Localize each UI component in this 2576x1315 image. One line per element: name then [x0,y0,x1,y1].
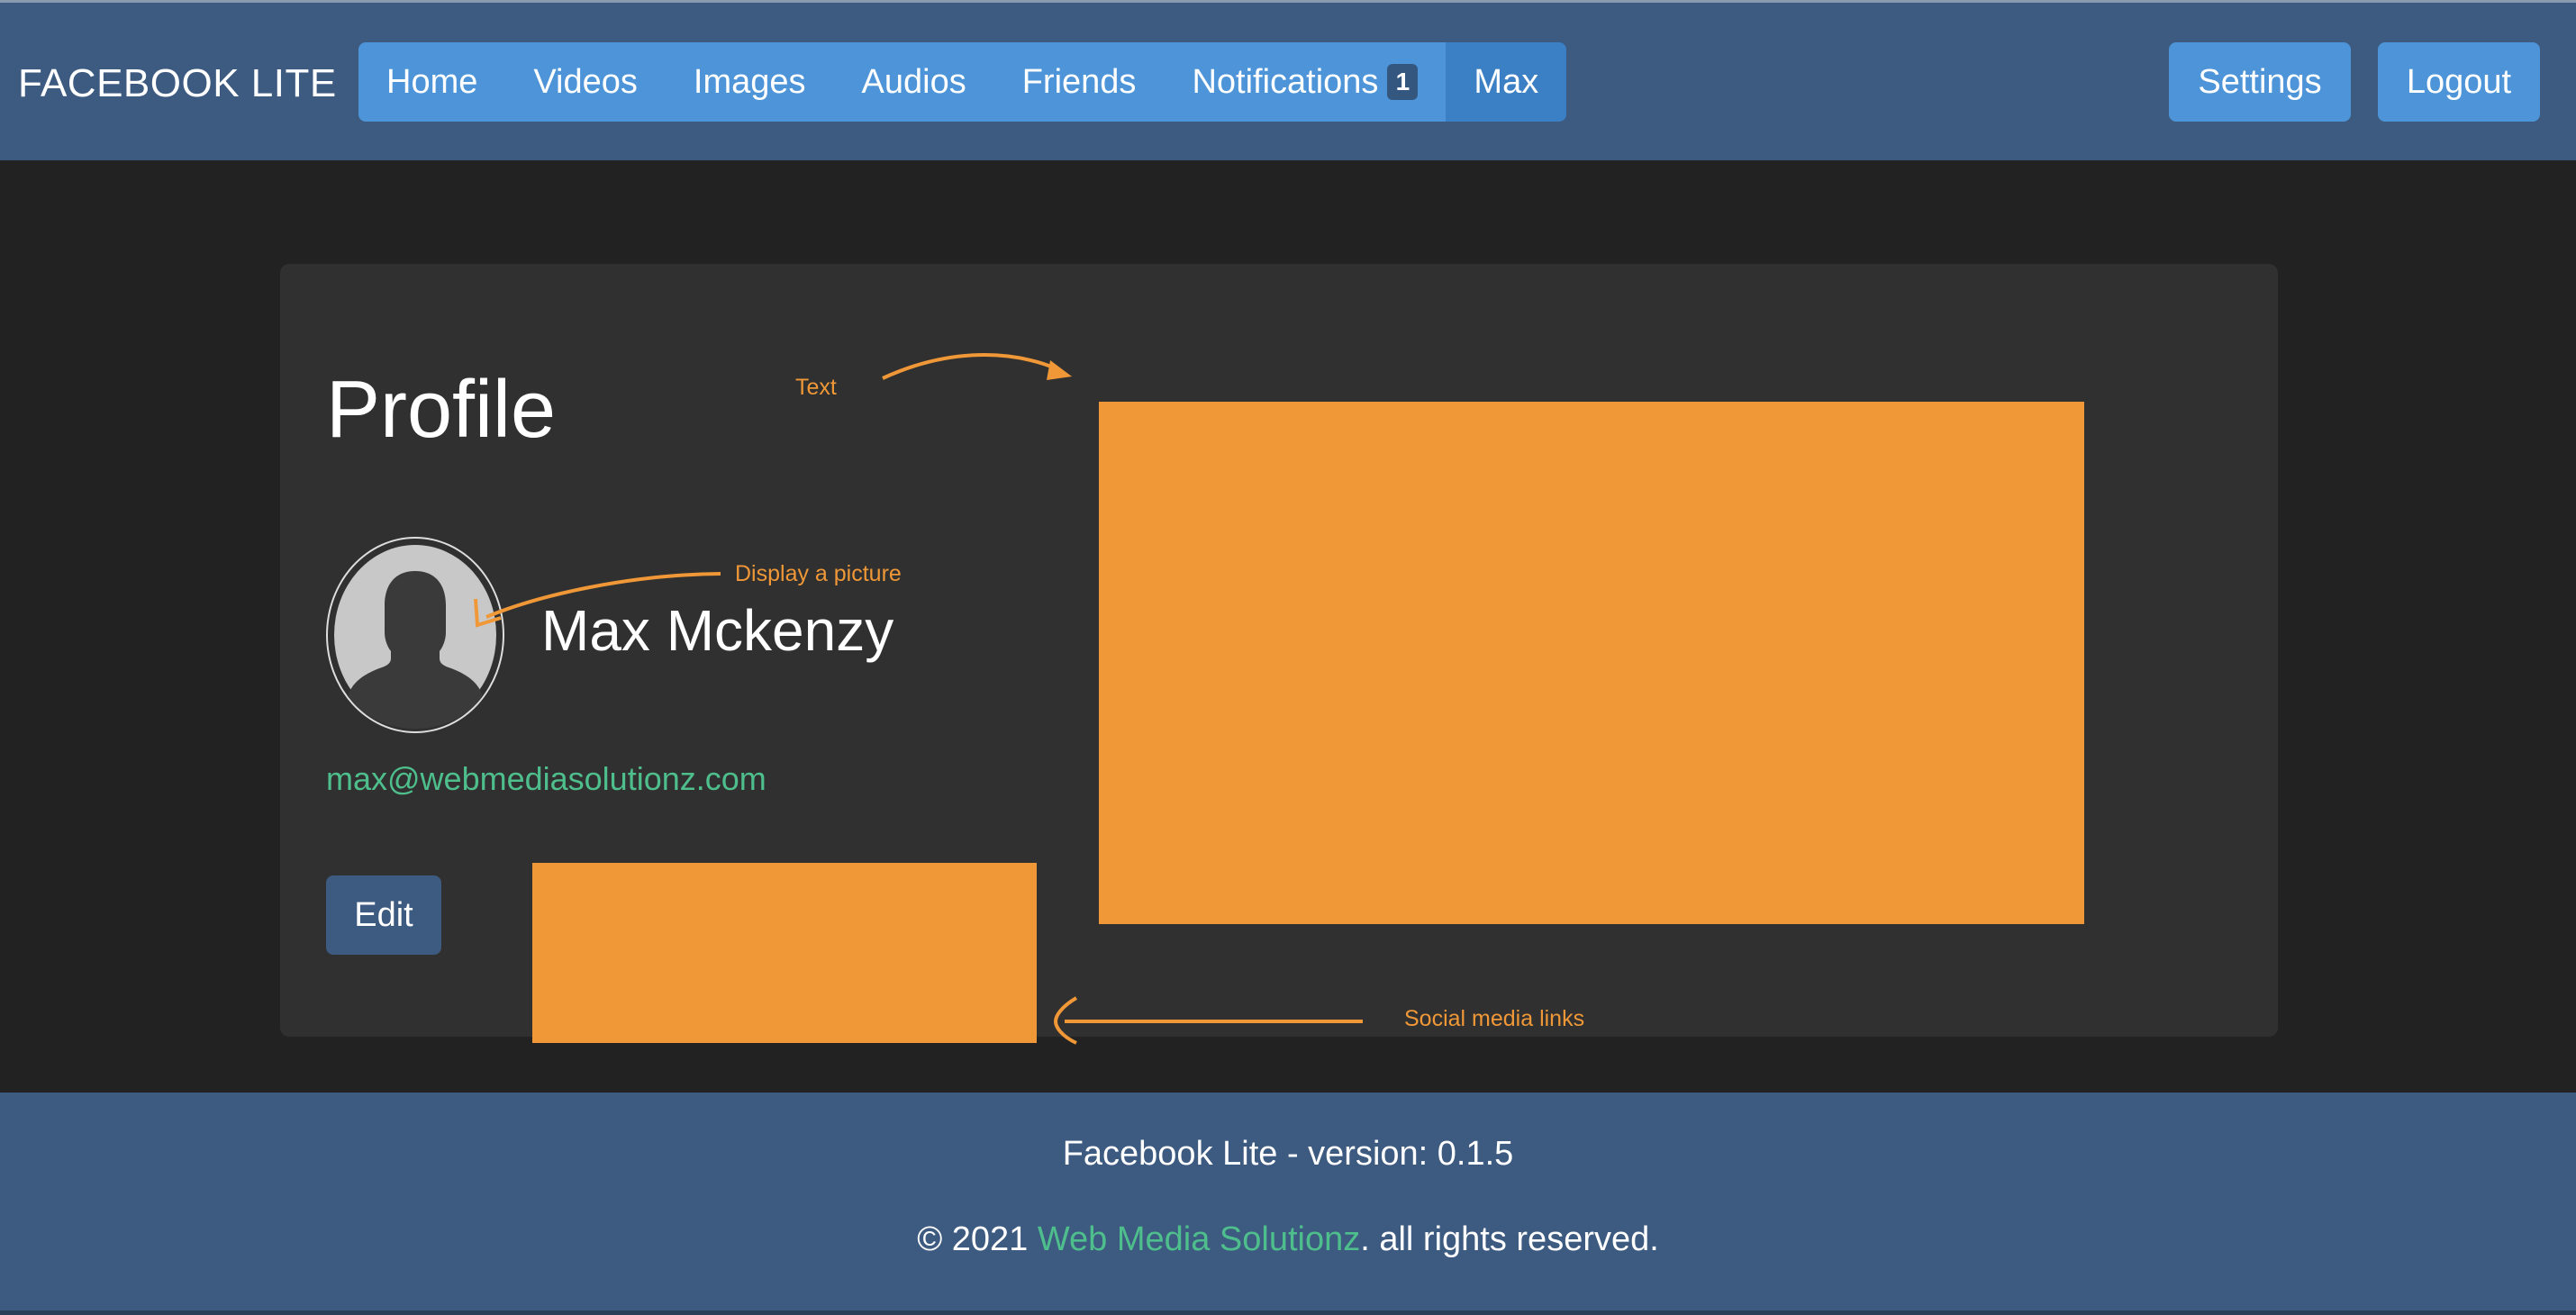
copyright-suffix: . all rights reserved. [1360,1220,1659,1258]
text-arrowhead-icon [1047,360,1072,380]
copyright-prefix: © 2021 [917,1220,1038,1258]
footer [0,1093,2576,1315]
company-link[interactable]: Web Media Solutionz [1038,1220,1360,1258]
footer-bottom-border [0,1310,2576,1315]
picture-arrow-icon [485,572,721,619]
text-arrow-icon [882,353,1059,380]
footer-version: Facebook Lite - version: 0.1.5 [1062,1135,1514,1173]
footer-copyright: © 2021 Web Media Solutionz. all rights r… [0,1216,2576,1263]
